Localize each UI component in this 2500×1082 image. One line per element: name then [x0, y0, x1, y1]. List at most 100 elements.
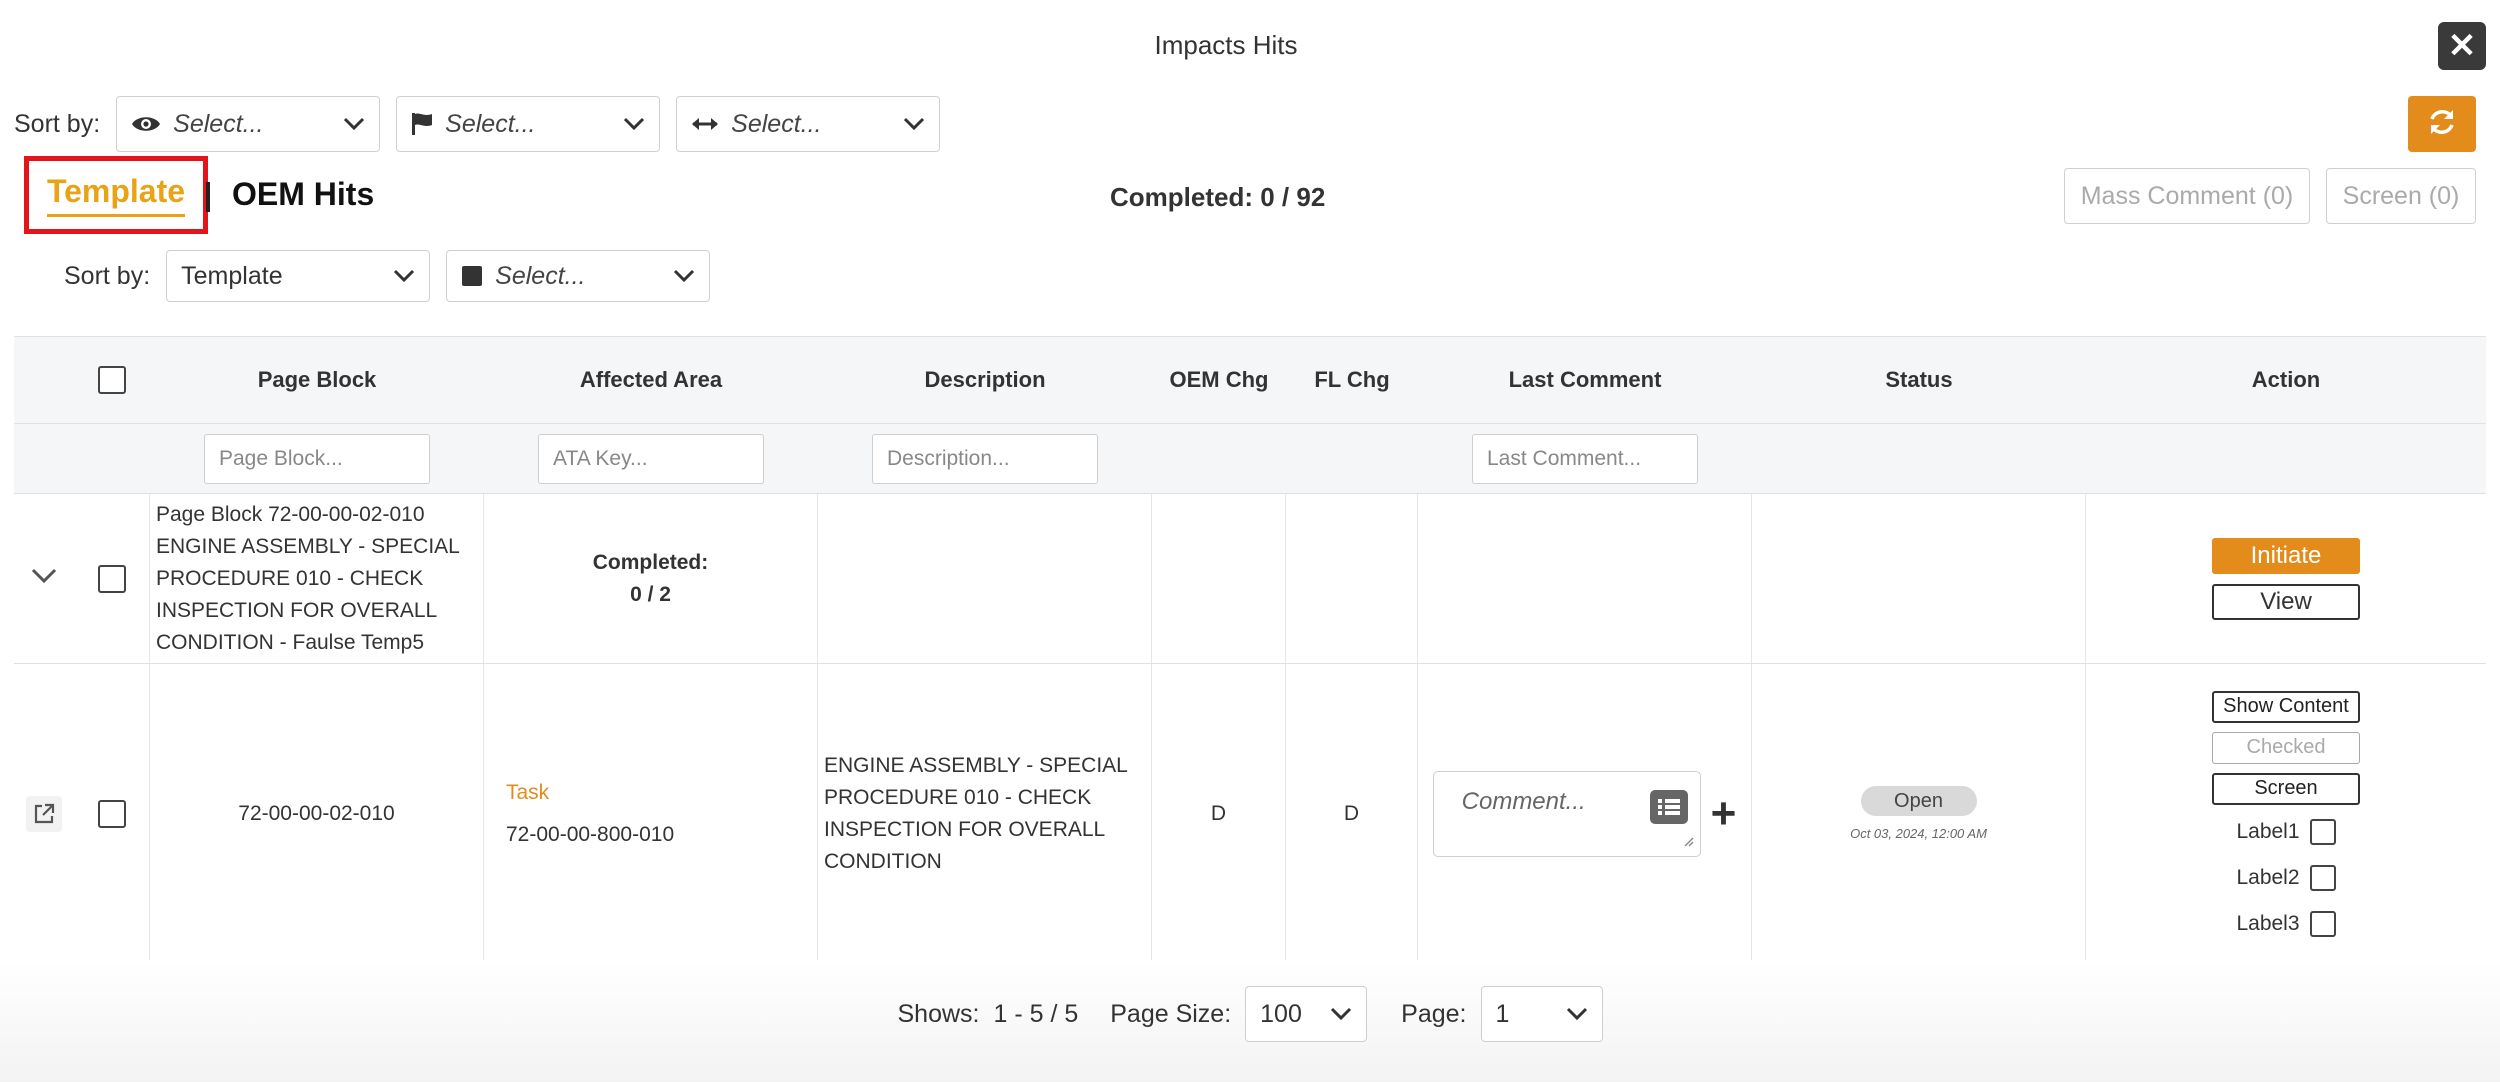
tab-separator: [206, 182, 210, 212]
completed-value: 0 / 92: [1260, 182, 1326, 212]
ata-key-filter[interactable]: ATA Key...: [538, 433, 764, 484]
col-action: Action: [2251, 367, 2321, 392]
direction-select-placeholder: Select...: [731, 109, 822, 138]
group-row-checkbox[interactable]: [97, 564, 126, 593]
external-link-icon[interactable]: [26, 795, 62, 832]
view-button[interactable]: View: [2212, 583, 2360, 620]
row-checkbox[interactable]: [97, 799, 126, 828]
table-header: Page Block Affected Area Description OEM…: [14, 336, 2486, 424]
row-fl-chg: D: [1343, 801, 1360, 825]
initiate-button[interactable]: Initiate: [2212, 537, 2360, 574]
col-description[interactable]: Description: [818, 337, 1152, 423]
close-icon: ✕: [2447, 27, 2477, 65]
col-oem-chg[interactable]: OEM Chg: [1152, 337, 1286, 423]
page-label: Page:: [1401, 999, 1467, 1028]
group-completed-label: Completed:: [592, 550, 709, 574]
sort-by-label-2: Sort by:: [64, 261, 151, 290]
pagination-bar: Shows: 1 - 5 / 5 Page Size: 100 Page: 1: [0, 986, 2500, 1042]
sort-bar-2: Sort by: Template Select...: [64, 250, 726, 302]
direction-select[interactable]: Select...: [676, 96, 941, 152]
chevron-down-icon: [1566, 1007, 1588, 1021]
page-select[interactable]: 1: [1480, 986, 1603, 1042]
page-size-value: 100: [1260, 999, 1302, 1028]
chevron-down-icon[interactable]: [31, 568, 57, 589]
completed-label: Completed:: [1110, 182, 1253, 212]
chevron-down-icon: [623, 117, 645, 131]
row-screen-button[interactable]: Screen: [2212, 772, 2360, 805]
visibility-select-placeholder: Select...: [173, 109, 264, 138]
list-icon[interactable]: [1649, 789, 1688, 824]
refresh-icon: [2427, 107, 2457, 142]
page-size-select[interactable]: 100: [1245, 986, 1368, 1042]
col-page-block[interactable]: Page Block: [150, 337, 484, 423]
label2-checkbox[interactable]: [2309, 864, 2336, 891]
modal-title: Impacts Hits: [1154, 30, 1298, 60]
sort-field-value: Template: [181, 261, 283, 290]
page-value: 1: [1495, 999, 1510, 1028]
row-description: ENGINE ASSEMBLY - SPECIAL PROCEDURE 010 …: [824, 753, 1128, 873]
comment-input[interactable]: Comment...: [1432, 770, 1701, 857]
tab-oem-hits[interactable]: OEM Hits: [232, 176, 374, 213]
col-fl-chg[interactable]: FL Chg: [1286, 337, 1418, 423]
select-all-checkbox[interactable]: [98, 366, 126, 394]
shows-value: 1 - 5 / 5: [993, 999, 1079, 1028]
label2-row: Label2: [2236, 864, 2336, 891]
flag-select-placeholder: Select...: [445, 109, 536, 138]
label3-text: Label3: [2236, 911, 2300, 935]
color-select[interactable]: Select...: [446, 250, 711, 302]
sort-by-label: Sort by:: [14, 109, 101, 138]
chevron-down-icon: [673, 269, 695, 283]
tabs-row: Template OEM Hits Completed: 0 / 92 Mass…: [0, 156, 2500, 236]
last-comment-filter[interactable]: Last Comment...: [1472, 433, 1698, 484]
sort-bar: Sort by: Select... Select... Select...: [14, 96, 956, 152]
arrows-horizontal-icon: [691, 116, 719, 132]
page-block-filter[interactable]: Page Block...: [204, 433, 430, 484]
col-affected-area[interactable]: Affected Area: [484, 337, 818, 423]
status-date: Oct 03, 2024, 12:00 AM: [1850, 826, 1987, 841]
chevron-down-icon: [1330, 1007, 1352, 1021]
visibility-select[interactable]: Select...: [116, 96, 381, 152]
chevron-down-icon: [903, 117, 925, 131]
checked-button[interactable]: Checked: [2212, 731, 2360, 764]
chevron-down-icon: [393, 269, 415, 283]
refresh-button[interactable]: [2408, 96, 2476, 152]
tab-template[interactable]: Template: [24, 156, 208, 234]
tab-template-label: Template: [46, 173, 186, 217]
filter-row: Page Block... ATA Key... Description... …: [14, 424, 2486, 494]
impacts-table: Page Block Affected Area Description OEM…: [14, 336, 2486, 964]
resize-handle-icon[interactable]: [1682, 834, 1694, 852]
col-status[interactable]: Status: [1752, 337, 2086, 423]
status-badge: Open: [1860, 786, 1977, 816]
mass-comment-button[interactable]: Mass Comment (0): [2064, 168, 2310, 224]
row-ata: 72-00-00-800-010: [506, 822, 675, 846]
flag-icon: [411, 112, 433, 136]
eye-icon: [131, 114, 161, 134]
label2-text: Label2: [2236, 865, 2300, 889]
flag-select[interactable]: Select...: [396, 96, 661, 152]
table-row: 72-00-00-02-010 Task 72-00-00-800-010 EN…: [14, 664, 2486, 964]
label1-text: Label1: [2236, 819, 2300, 843]
row-type-link[interactable]: Task: [506, 781, 817, 805]
description-filter[interactable]: Description...: [872, 433, 1098, 484]
color-select-placeholder: Select...: [495, 261, 586, 290]
completed-summary: Completed: 0 / 92: [1110, 182, 1325, 213]
label3-checkbox[interactable]: [2309, 910, 2336, 937]
group-completed-value: 0 / 2: [630, 582, 671, 606]
shows-label: Shows:: [897, 999, 980, 1028]
add-comment-icon[interactable]: +: [1711, 791, 1737, 836]
label1-checkbox[interactable]: [2309, 818, 2336, 845]
group-page-block: Page Block 72-00-00-02-010 ENGINE ASSEMB…: [156, 502, 460, 654]
square-icon: [461, 265, 483, 287]
show-content-button[interactable]: Show Content: [2212, 690, 2360, 723]
table-group-row: Page Block 72-00-00-02-010 ENGINE ASSEMB…: [14, 494, 2486, 664]
comment-placeholder: Comment...: [1461, 787, 1586, 815]
screen-button[interactable]: Screen (0): [2326, 168, 2476, 224]
close-button[interactable]: ✕: [2438, 22, 2486, 70]
col-last-comment[interactable]: Last Comment: [1418, 337, 1752, 423]
sort-field-select[interactable]: Template: [166, 250, 431, 302]
label3-row: Label3: [2236, 910, 2336, 937]
row-page-block: 72-00-00-02-010: [238, 801, 395, 825]
row-oem-chg: D: [1210, 801, 1227, 825]
label1-row: Label1: [2236, 818, 2336, 845]
chevron-down-icon: [343, 117, 365, 131]
